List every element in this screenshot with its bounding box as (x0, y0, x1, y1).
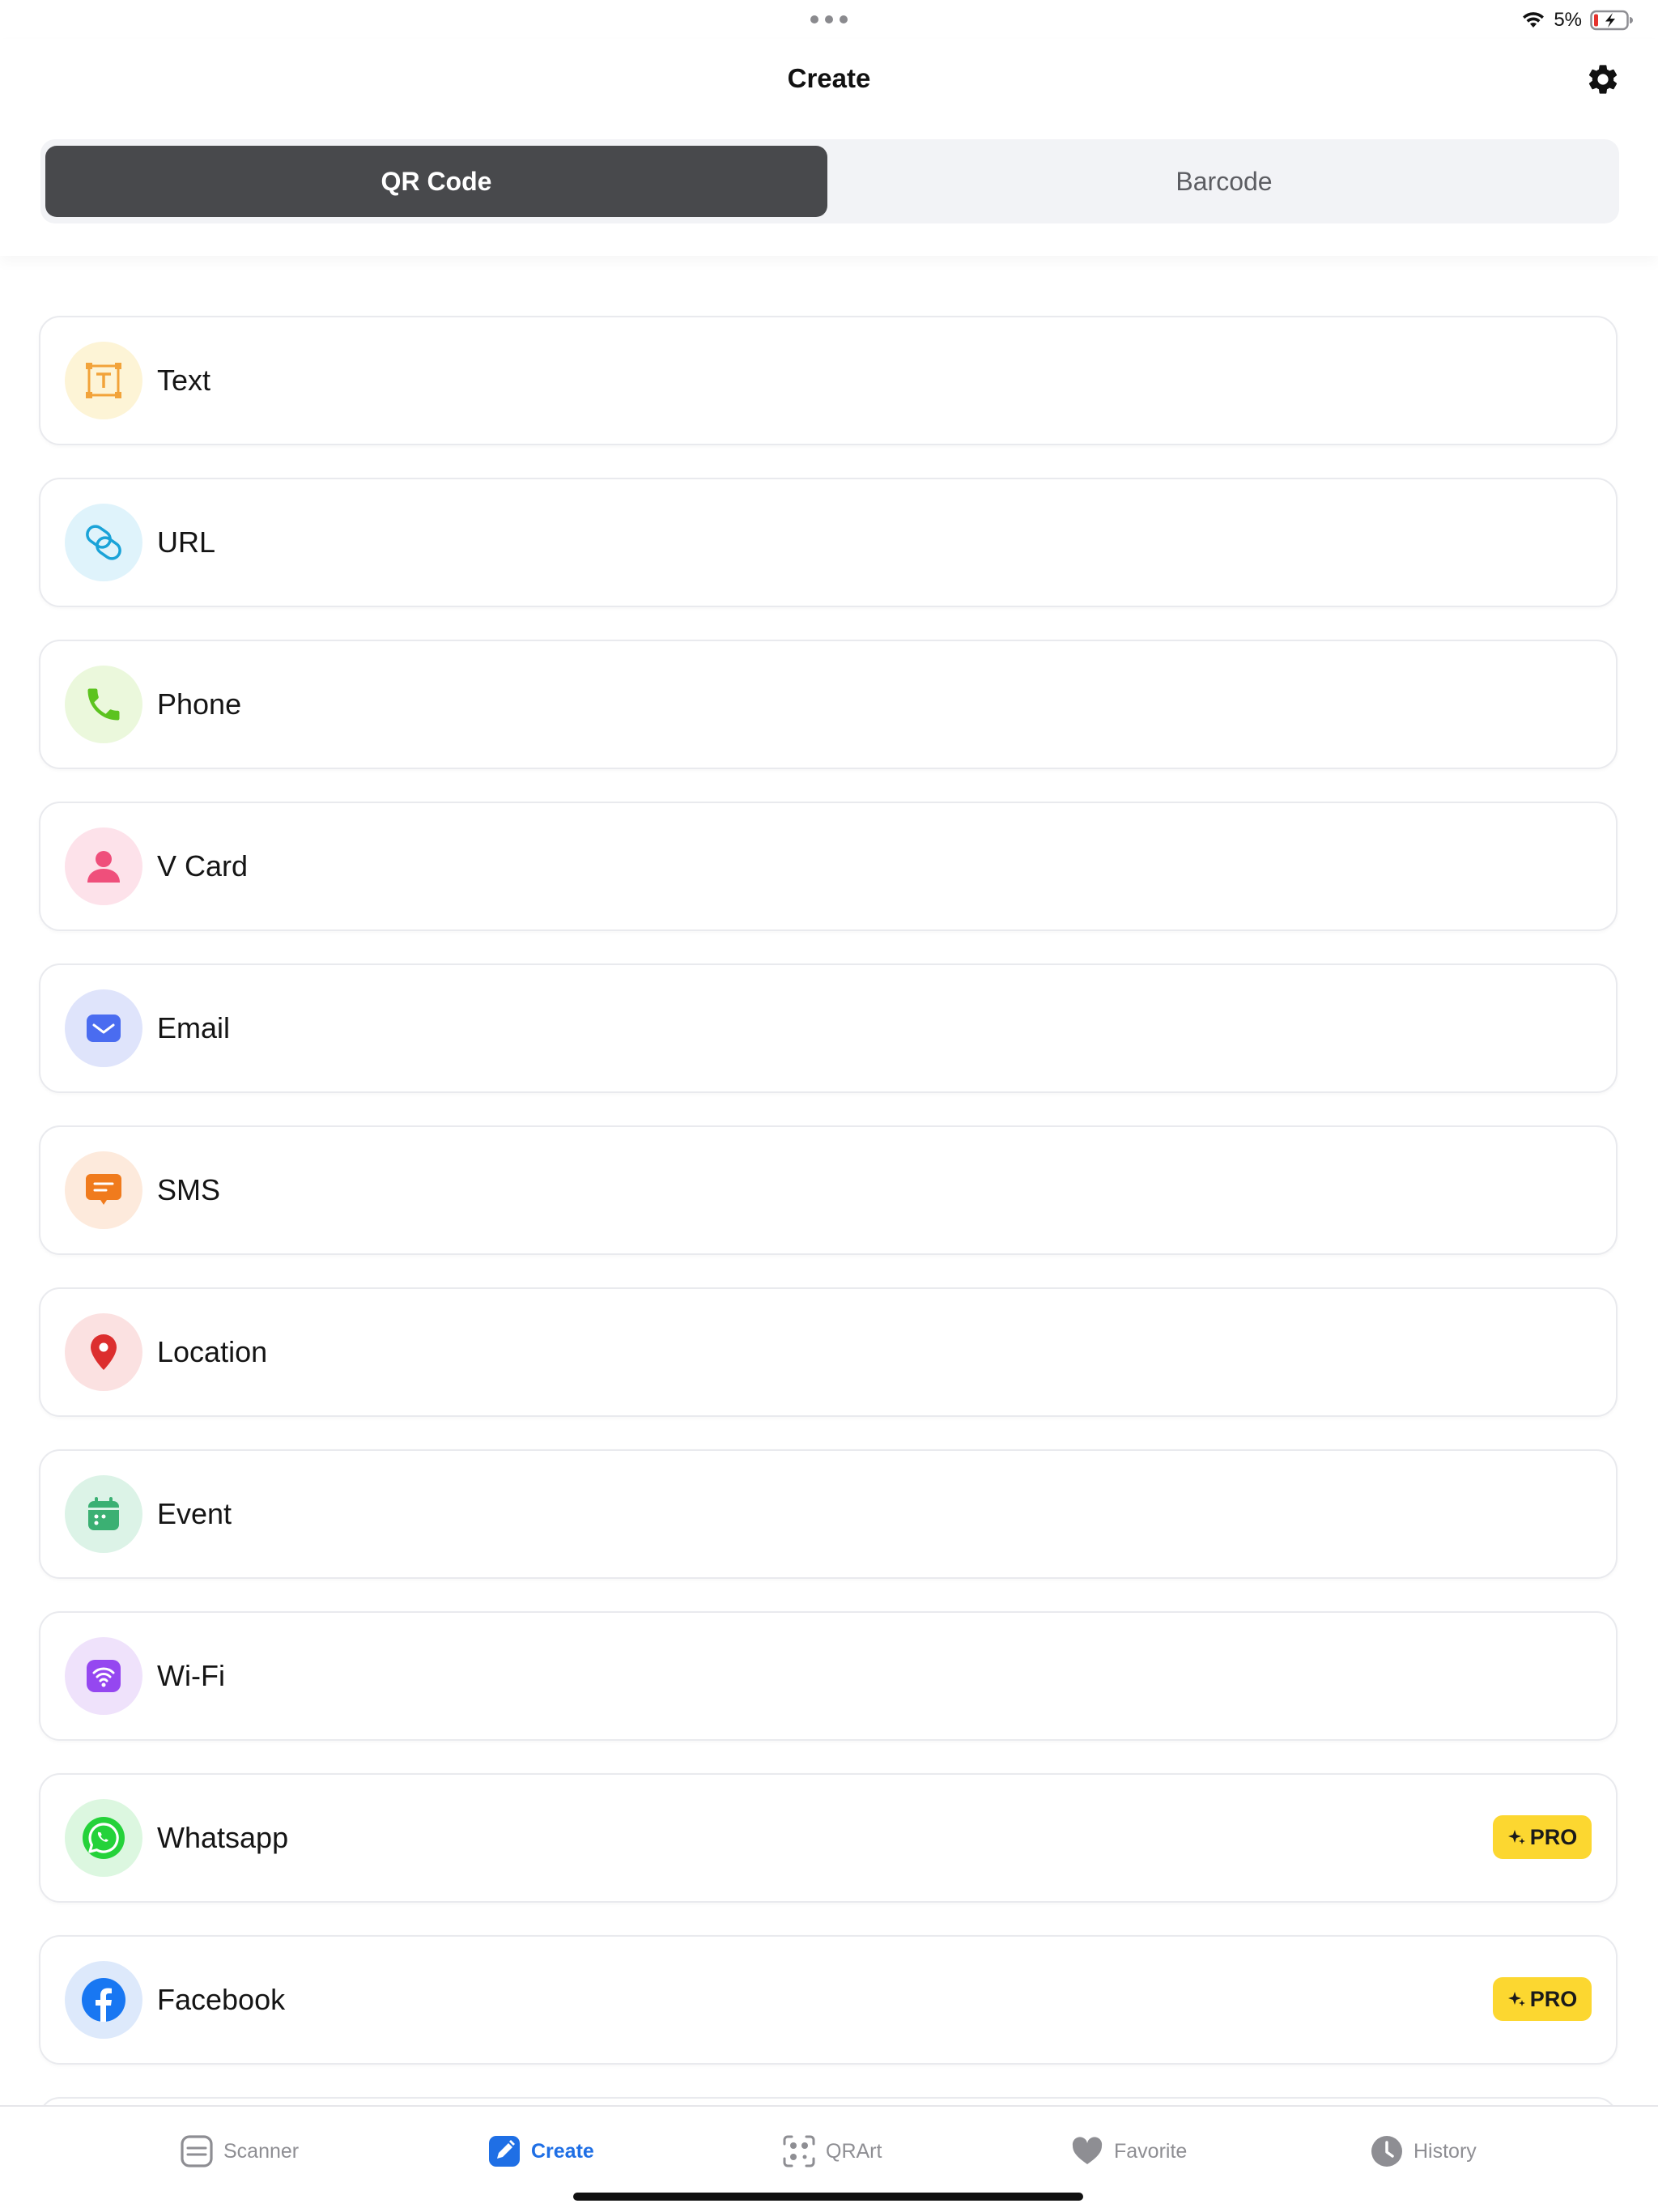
list-item-whatsapp[interactable]: Whatsapp PRO (39, 1773, 1618, 1903)
list-item-vcard[interactable]: V Card (39, 802, 1618, 931)
list-item-wifi[interactable]: Wi-Fi (39, 1611, 1618, 1741)
facebook-icon (65, 1961, 142, 2039)
list-item-label: Event (157, 1497, 232, 1530)
phone-icon (65, 666, 142, 743)
list-item-event[interactable]: Event (39, 1449, 1618, 1579)
page-title: Create (787, 63, 871, 93)
tab-label: Favorite (1114, 2139, 1188, 2163)
battery-charging-icon (1590, 10, 1634, 31)
tab-label: QRArt (826, 2139, 882, 2163)
gear-icon (1588, 65, 1618, 94)
pro-badge-label: PRO (1529, 1824, 1578, 1849)
list-item-label: SMS (157, 1173, 221, 1206)
create-type-list: Text URL Phone V Card Email SMS Location… (39, 316, 1618, 2212)
list-item-url[interactable]: URL (39, 478, 1618, 607)
list-item-facebook[interactable]: Facebook PRO (39, 1935, 1618, 2065)
list-item-label: Phone (157, 687, 242, 721)
tab-history[interactable]: History (1370, 2131, 1477, 2172)
location-pin-icon (65, 1313, 142, 1391)
sparkle-icon (1507, 1830, 1525, 1844)
app-root: 5% Create QR Code Barcode Text URL Phone… (0, 0, 1658, 2212)
list-item-label: Text (157, 364, 211, 397)
tab-barcode[interactable]: Barcode (834, 146, 1614, 217)
envelope-icon (65, 989, 142, 1067)
pro-badge: PRO (1493, 1977, 1592, 2021)
settings-button[interactable] (1582, 58, 1624, 100)
status-bar: 5% (0, 0, 1658, 39)
header: Create QR Code Barcode (0, 39, 1658, 256)
qr-barcode-segmented-control: QR Code Barcode (40, 139, 1619, 223)
text-icon (65, 342, 142, 419)
qrart-icon (783, 2135, 815, 2167)
status-indicators: 5% (1521, 6, 1634, 34)
list-item-label: Facebook (157, 1983, 286, 2016)
list-item-location[interactable]: Location (39, 1287, 1618, 1417)
tab-favorite[interactable]: Favorite (1070, 2131, 1187, 2172)
clock-icon (1371, 2136, 1402, 2167)
tab-scanner[interactable]: Scanner (180, 2131, 299, 2172)
message-icon (65, 1151, 142, 1229)
list-item-label: URL (157, 525, 216, 559)
multitasking-dots-icon[interactable] (810, 15, 848, 24)
tab-qr-code[interactable]: QR Code (45, 146, 827, 217)
list-item-sms[interactable]: SMS (39, 1125, 1618, 1255)
list-item-phone[interactable]: Phone (39, 640, 1618, 769)
sparkle-icon (1507, 1992, 1525, 2006)
list-item-label: Email (157, 1011, 231, 1044)
tab-label: Scanner (223, 2139, 300, 2163)
home-indicator[interactable] (573, 2193, 1083, 2201)
create-edit-icon (489, 2136, 520, 2167)
calendar-icon (65, 1475, 142, 1553)
list-item-label: Wi-Fi (157, 1659, 225, 1692)
tab-qrart[interactable]: QRArt (782, 2131, 882, 2172)
whatsapp-icon (65, 1799, 142, 1877)
wifi-status-icon (1521, 11, 1545, 29)
tab-label: Create (531, 2139, 594, 2163)
bottom-tab-bar: Scanner Create QRArt Favorite History (0, 2105, 1658, 2212)
link-icon (65, 504, 142, 581)
list-item-text[interactable]: Text (39, 316, 1618, 445)
list-item-email[interactable]: Email (39, 963, 1618, 1093)
wifi-icon (65, 1637, 142, 1715)
list-item-label: Whatsapp (157, 1821, 289, 1854)
person-icon (65, 827, 142, 905)
list-item-label: V Card (157, 849, 249, 883)
tab-create[interactable]: Create (487, 2131, 594, 2172)
battery-percent: 5% (1554, 9, 1582, 31)
pro-badge: PRO (1493, 1815, 1592, 1859)
scanner-icon (181, 2135, 213, 2167)
list-item-label: Location (157, 1335, 268, 1368)
pro-badge-label: PRO (1529, 1986, 1578, 2011)
tab-label: History (1414, 2139, 1477, 2163)
heart-icon (1072, 2137, 1103, 2164)
